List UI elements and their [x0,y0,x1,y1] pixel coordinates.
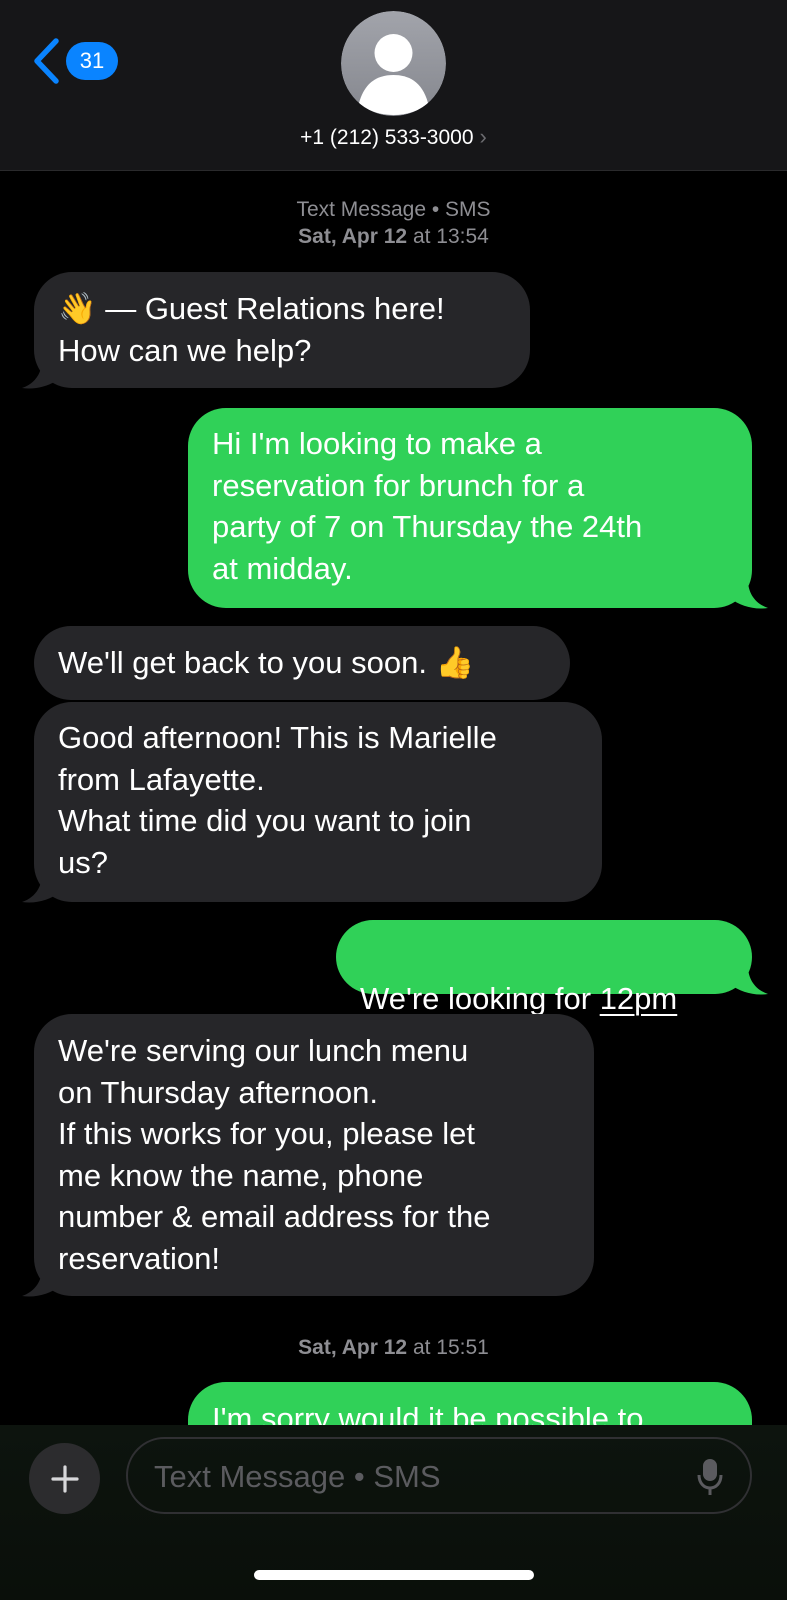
avatar[interactable] [341,11,446,116]
person-icon [341,11,446,116]
incoming-message[interactable]: We'll get back to you soon. 👍 [34,626,570,700]
chevron-left-icon [34,38,59,84]
incoming-message[interactable]: We're serving our lunch menu on Thursday… [34,1014,594,1296]
time-link[interactable]: 12pm [600,981,678,1016]
thread-timestamp: Sat, Apr 12 at 15:51 [298,1336,489,1359]
timestamp-label: Sat, Apr 12 at 13:54 [298,225,489,248]
add-attachment-button[interactable] [29,1443,100,1514]
bubble-tail [730,966,768,995]
home-indicator [254,1570,534,1580]
bubble-tail [22,1268,60,1297]
message-input-field[interactable] [126,1437,752,1514]
outgoing-message[interactable]: We're looking for 12pm [336,920,752,1016]
incoming-message[interactable]: Good afternoon! This is Marielle from La… [34,702,602,902]
message-input[interactable] [152,1453,676,1501]
bubble-tail [730,580,768,609]
message-type-label: Text Message • SMS [296,198,491,221]
contact-number: +1 (212) 533-3000 [300,126,474,149]
outgoing-message[interactable]: Hi I'm looking to make a reservation for… [188,408,752,608]
back-button[interactable]: 31 [32,36,118,86]
conversation-header: 31 +1 (212) 533-3000 › [0,0,787,171]
microphone-icon[interactable] [696,1457,724,1497]
chevron-right-icon: › [479,124,487,149]
contact-name[interactable]: +1 (212) 533-3000 › [0,124,787,150]
unread-count-badge: 31 [66,42,118,80]
bubble-tail [22,874,60,903]
message-text: We're looking for [360,980,600,1016]
thread-timestamp: Text Message • SMS Sat, Apr 12 at 13:54 [0,196,787,250]
incoming-message[interactable]: 👋 — Guest Relations here! How can we hel… [34,272,530,388]
bubble-tail [22,360,60,389]
plus-icon [50,1464,79,1493]
